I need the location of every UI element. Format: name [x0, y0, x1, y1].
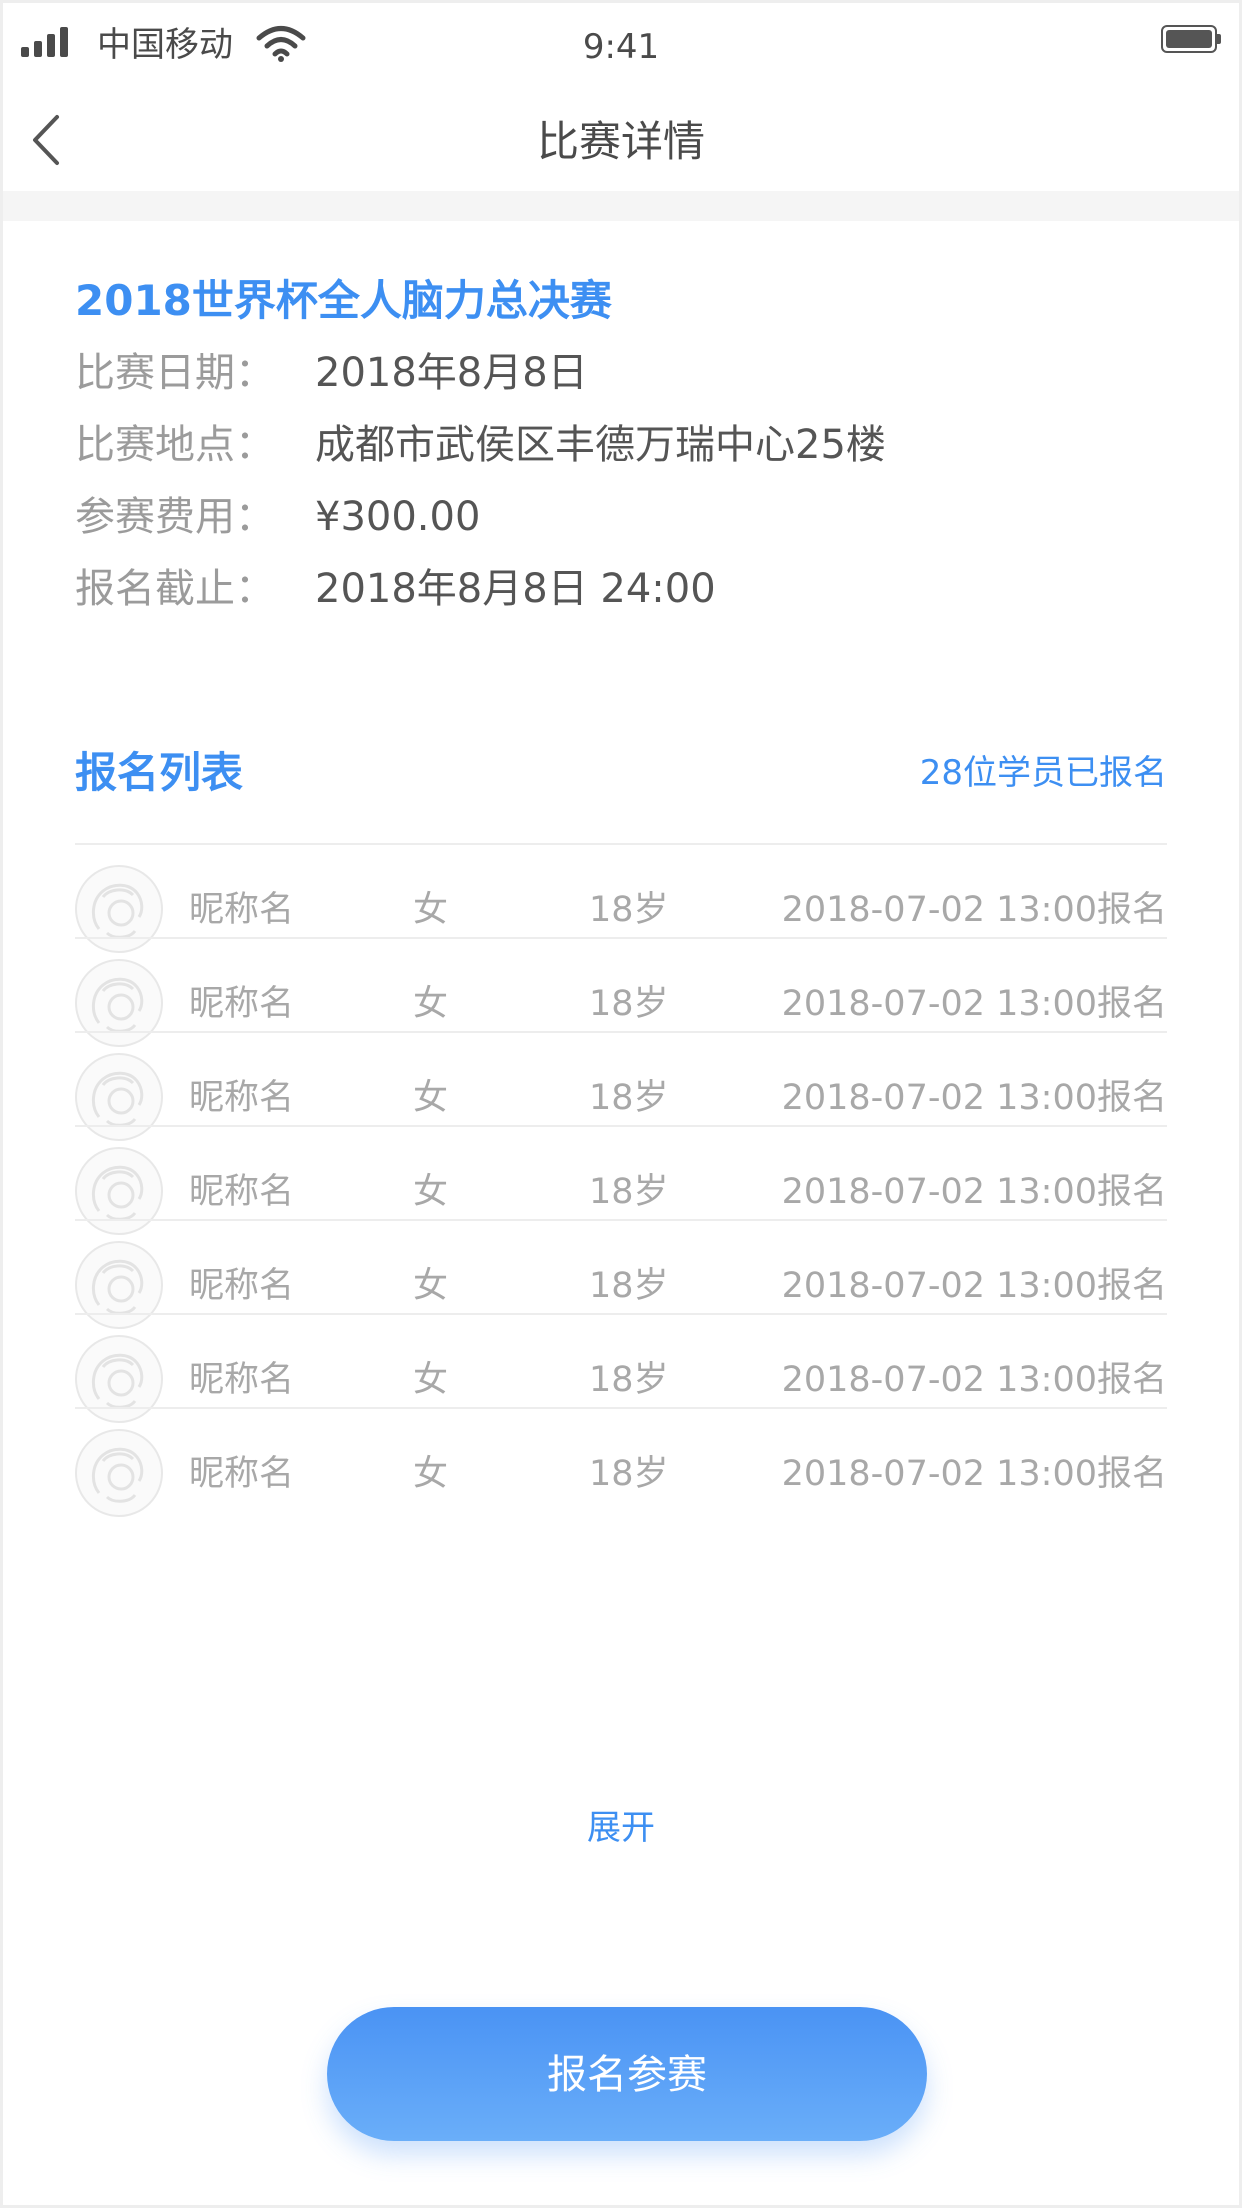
- signup-time: 2018-07-02 13:00报名: [781, 1078, 1167, 1118]
- info-label: 比赛日期：: [75, 350, 275, 396]
- signup-name: 昵称名: [189, 890, 295, 930]
- signup-name: 昵称名: [189, 1078, 295, 1118]
- list-item[interactable]: 昵称名 女 18岁 2018-07-02 13:00报名: [75, 1407, 1167, 1539]
- event-title: 2018世界杯全人脑力总决赛: [75, 276, 612, 325]
- signup-gender: 女: [413, 1172, 449, 1212]
- battery-fill: [1166, 30, 1212, 48]
- info-row-location: 比赛地点： 成都市武侯区丰德万瑞中心25楼: [75, 417, 886, 473]
- signup-list-title: 报名列表: [75, 748, 244, 797]
- section-divider: [3, 191, 1239, 221]
- avatar: [75, 1429, 163, 1517]
- signup-time: 2018-07-02 13:00报名: [781, 890, 1167, 930]
- signup-gender: 女: [413, 1360, 449, 1400]
- signup-name: 昵称名: [189, 1266, 295, 1306]
- signup-gender: 女: [413, 1078, 449, 1118]
- nav-bar: 比赛详情: [3, 91, 1239, 191]
- signup-button[interactable]: 报名参赛: [327, 2007, 927, 2141]
- user-avatar-icon: [92, 1447, 144, 1503]
- signup-time: 2018-07-02 13:00报名: [781, 1360, 1167, 1400]
- signup-time: 2018-07-02 13:00报名: [781, 1454, 1167, 1494]
- signup-age: 18岁: [589, 1078, 669, 1118]
- status-bar: 中国移动 9:41: [3, 3, 1239, 91]
- signup-name: 昵称名: [189, 1454, 295, 1494]
- info-value: 成都市武侯区丰德万瑞中心25楼: [315, 422, 886, 468]
- info-label: 参赛费用：: [75, 494, 275, 540]
- info-value: ¥300.00: [315, 494, 481, 540]
- signup-gender: 女: [413, 890, 449, 930]
- signup-time: 2018-07-02 13:00报名: [781, 1172, 1167, 1212]
- status-time: 9:41: [582, 27, 660, 67]
- signup-gender: 女: [413, 984, 449, 1024]
- signup-age: 18岁: [589, 890, 669, 930]
- page-title: 比赛详情: [536, 117, 705, 166]
- signup-list-header: 报名列表 28位学员已报名: [75, 743, 1167, 803]
- signup-age: 18岁: [589, 984, 669, 1024]
- signup-age: 18岁: [589, 1172, 669, 1212]
- page: 中国移动 9:41 比赛详情 2018世界杯全人脑力总决赛 比赛日期： 2018…: [0, 0, 1242, 2208]
- signup-time: 2018-07-02 13:00报名: [781, 1266, 1167, 1306]
- info-label: 比赛地点：: [75, 422, 275, 468]
- info-row-date: 比赛日期： 2018年8月8日: [75, 345, 588, 401]
- info-label: 报名截止：: [75, 566, 275, 612]
- signup-age: 18岁: [589, 1266, 669, 1306]
- info-value: 2018年8月8日 24:00: [315, 566, 716, 612]
- signup-age: 18岁: [589, 1360, 669, 1400]
- info-value: 2018年8月8日: [315, 350, 588, 396]
- signup-name: 昵称名: [189, 984, 295, 1024]
- signup-gender: 女: [413, 1266, 449, 1306]
- signup-gender: 女: [413, 1454, 449, 1494]
- signup-time: 2018-07-02 13:00报名: [781, 984, 1167, 1024]
- signup-age: 18岁: [589, 1454, 669, 1494]
- signup-name: 昵称名: [189, 1360, 295, 1400]
- info-row-deadline: 报名截止： 2018年8月8日 24:00: [75, 561, 716, 617]
- expand-button[interactable]: 展开: [75, 1803, 1167, 1853]
- signup-name: 昵称名: [189, 1172, 295, 1212]
- info-row-fee: 参赛费用： ¥300.00: [75, 489, 480, 545]
- signup-count-link[interactable]: 28位学员已报名: [920, 747, 1167, 799]
- battery-icon: [1161, 25, 1221, 53]
